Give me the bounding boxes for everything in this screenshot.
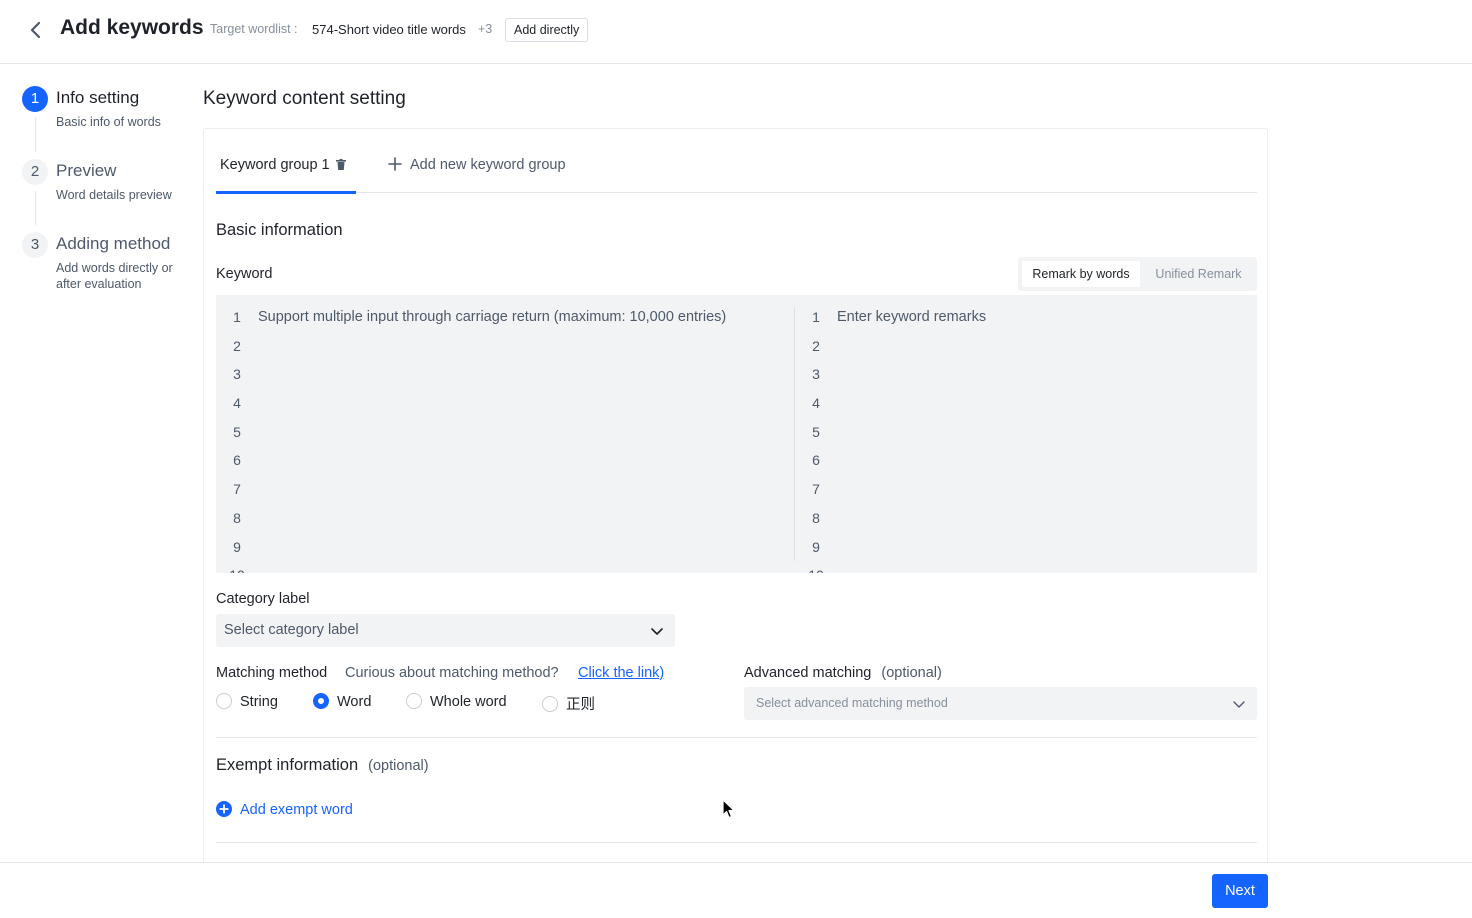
add-exempt-label: Add exempt word bbox=[240, 802, 353, 818]
page-header: Add keywords Target wordlist : 574-Short… bbox=[0, 0, 1472, 64]
tab-underline bbox=[216, 191, 356, 194]
add-exempt-word-button[interactable]: Add exempt word bbox=[216, 801, 353, 818]
line-number: 10 bbox=[806, 565, 826, 573]
line-number: 5 bbox=[812, 423, 820, 440]
line-number: 9 bbox=[233, 538, 241, 555]
step-connector bbox=[35, 118, 36, 152]
remark-input-placeholder[interactable]: Enter keyword remarks bbox=[837, 307, 986, 327]
keyword-label: Keyword bbox=[216, 266, 273, 282]
divider bbox=[216, 737, 1257, 738]
plus-icon bbox=[388, 157, 402, 171]
radio-label: Word bbox=[337, 694, 372, 710]
radio-whole-word[interactable]: Whole word bbox=[406, 693, 507, 713]
radio-label: Whole word bbox=[430, 694, 507, 710]
line-number: 7 bbox=[812, 481, 820, 498]
add-keyword-group-button[interactable]: Add new keyword group bbox=[388, 157, 566, 173]
category-select-placeholder: Select category label bbox=[224, 622, 359, 638]
keyword-line-numbers: 1 2 3 4 5 6 7 8 9 10 bbox=[227, 307, 247, 573]
radio-circle bbox=[542, 696, 558, 712]
line-number: 8 bbox=[812, 509, 820, 526]
radio-word[interactable]: Word bbox=[313, 693, 371, 713]
page-footer: Next bbox=[0, 862, 1472, 918]
category-select[interactable]: Select category label bbox=[216, 614, 675, 647]
step-number: 3 bbox=[22, 232, 48, 258]
category-label-title: Category label bbox=[216, 591, 310, 607]
step-desc: Basic info of words bbox=[56, 115, 161, 129]
step-number: 1 bbox=[22, 86, 48, 112]
radio-label: 正则 bbox=[566, 697, 595, 713]
keyword-editor[interactable]: 1 2 3 4 5 6 7 8 9 10 Support multiple in… bbox=[216, 295, 1257, 573]
tab-label: Keyword group 1 bbox=[220, 157, 330, 173]
step-title: Info setting bbox=[56, 88, 140, 107]
target-wordlist-value: 574-Short video title words bbox=[312, 22, 466, 37]
remark-mode-toggle: Remark by words Unified Remark bbox=[1018, 257, 1257, 291]
line-number: 6 bbox=[233, 452, 241, 469]
remark-line-numbers: 1 2 3 4 5 6 7 8 9 10 bbox=[806, 307, 826, 573]
editor-divider bbox=[794, 307, 795, 561]
exempt-title-text: Exempt information bbox=[216, 756, 359, 774]
trash-icon[interactable] bbox=[335, 159, 346, 170]
tab-keyword-group-1[interactable]: Keyword group 1 bbox=[216, 157, 356, 194]
target-wordlist-more[interactable]: +3 bbox=[478, 22, 492, 36]
remark-by-words-option[interactable]: Remark by words bbox=[1022, 261, 1140, 287]
chevron-down-icon bbox=[1233, 701, 1245, 708]
unified-remark-option[interactable]: Unified Remark bbox=[1144, 261, 1253, 287]
step-number: 2 bbox=[22, 159, 48, 185]
line-number: 6 bbox=[812, 452, 820, 469]
chevron-down-icon bbox=[651, 628, 663, 635]
exempt-info-title: Exempt information (optional) bbox=[216, 756, 429, 775]
line-number: 3 bbox=[812, 366, 820, 383]
keyword-input-placeholder[interactable]: Support multiple input through carriage … bbox=[258, 307, 726, 327]
step-desc: Word details preview bbox=[56, 188, 172, 202]
advanced-matching-select[interactable]: Select advanced matching method bbox=[744, 687, 1257, 720]
radio-circle-checked bbox=[313, 693, 329, 709]
matching-method-link[interactable]: Click the link) bbox=[578, 665, 664, 681]
matching-method-hint: Curious about matching method? bbox=[345, 665, 559, 681]
advanced-matching-label: Advanced matching (optional) bbox=[744, 665, 942, 681]
exempt-optional: (optional) bbox=[368, 758, 429, 774]
line-number: 7 bbox=[233, 481, 241, 498]
line-number: 9 bbox=[812, 538, 820, 555]
radio-circle bbox=[216, 693, 232, 709]
advanced-select-placeholder: Select advanced matching method bbox=[756, 696, 948, 710]
line-number: 10 bbox=[227, 565, 247, 573]
step-desc: Add words directly or after evaluation bbox=[56, 261, 173, 291]
radio-regex[interactable]: 正则 bbox=[542, 693, 595, 713]
add-directly-button[interactable]: Add directly bbox=[505, 18, 589, 42]
divider bbox=[216, 842, 1257, 843]
advanced-matching-optional: (optional) bbox=[881, 665, 942, 681]
mouse-cursor-icon bbox=[722, 799, 735, 819]
step-title: Preview bbox=[56, 161, 117, 180]
line-number: 3 bbox=[233, 366, 241, 383]
line-number: 2 bbox=[812, 337, 820, 354]
page-title: Add keywords bbox=[60, 16, 204, 39]
line-number: 1 bbox=[233, 309, 241, 325]
radio-string[interactable]: String bbox=[216, 693, 278, 713]
target-wordlist-label: Target wordlist : bbox=[210, 22, 298, 36]
line-number: 5 bbox=[233, 423, 241, 440]
section-title: Keyword content setting bbox=[203, 88, 406, 109]
line-number: 4 bbox=[812, 395, 820, 412]
radio-circle bbox=[406, 693, 422, 709]
plus-circle-icon bbox=[216, 801, 232, 817]
keyword-group-tabs: Keyword group 1 Add new keyword group bbox=[216, 129, 1257, 194]
next-button[interactable]: Next bbox=[1212, 874, 1268, 908]
basic-info-title: Basic information bbox=[216, 221, 343, 239]
line-number: 2 bbox=[233, 337, 241, 354]
keyword-content-card: Keyword group 1 Add new keyword group Ba… bbox=[203, 128, 1268, 868]
line-number: 4 bbox=[233, 395, 241, 412]
back-arrow-icon[interactable] bbox=[24, 18, 48, 42]
step-connector bbox=[35, 191, 36, 225]
step-title: Adding method bbox=[56, 234, 171, 253]
matching-method-label: Matching method bbox=[216, 665, 328, 681]
add-tab-label: Add new keyword group bbox=[410, 157, 566, 173]
line-number: 8 bbox=[233, 509, 241, 526]
radio-label: String bbox=[240, 694, 278, 710]
advanced-matching-title: Advanced matching bbox=[744, 665, 872, 681]
line-number: 1 bbox=[812, 309, 820, 325]
